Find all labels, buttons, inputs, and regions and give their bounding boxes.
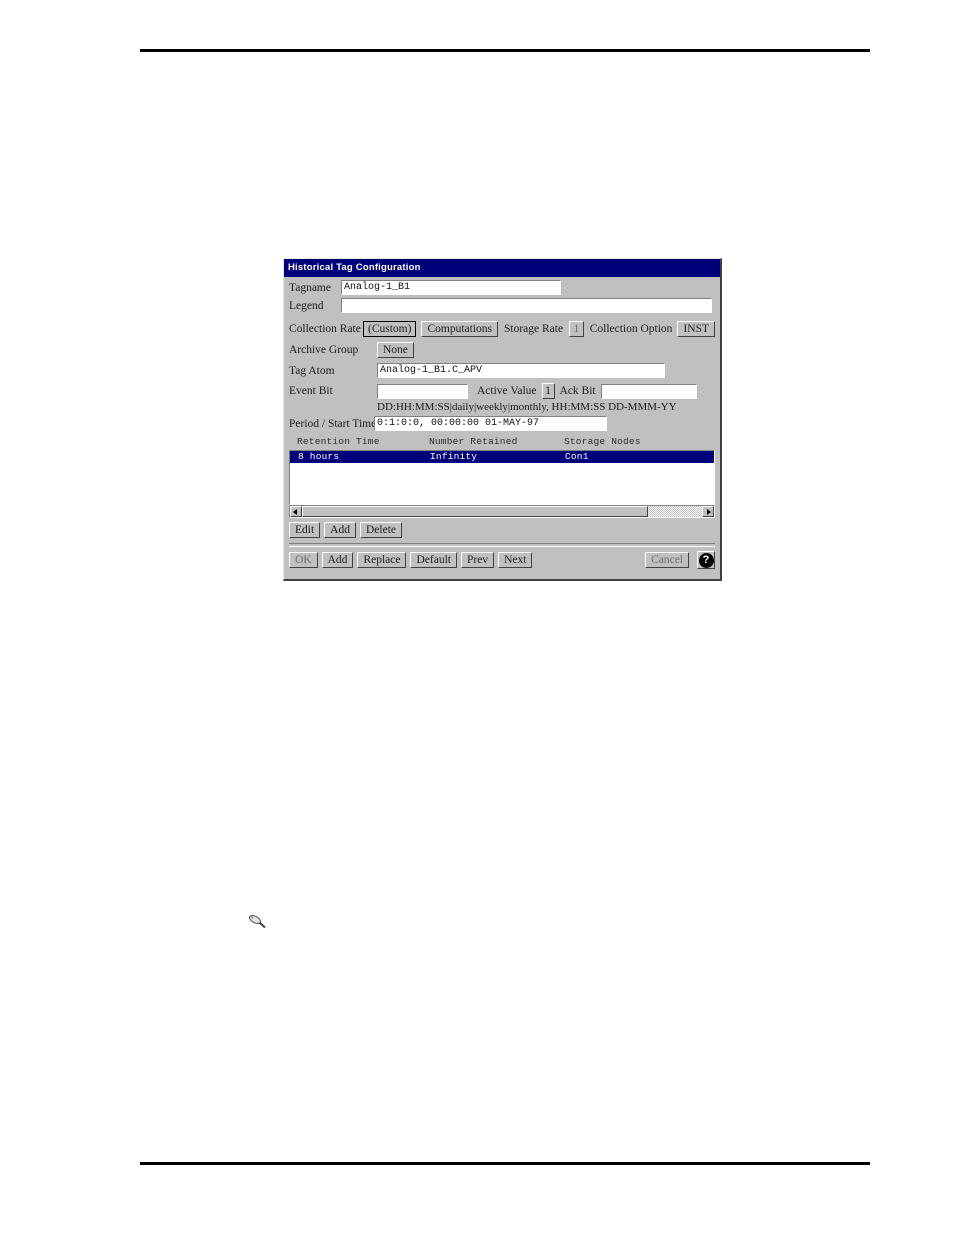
cell-retention-time: 8 hours bbox=[298, 451, 340, 462]
replace-button[interactable]: Replace bbox=[357, 552, 407, 568]
storage-rate-value[interactable]: 1 bbox=[569, 321, 584, 337]
tagname-row: Tagname Analog-1_B1 bbox=[289, 280, 715, 295]
active-value-button[interactable]: 1 bbox=[541, 383, 555, 399]
column-header-retention-time: Retention Time bbox=[297, 436, 380, 447]
collection-option-label: Collection Option bbox=[589, 323, 673, 335]
edit-button[interactable]: Edit bbox=[289, 522, 321, 538]
active-value-label: Active Value bbox=[477, 385, 537, 397]
tagname-label: Tagname bbox=[289, 281, 331, 294]
collection-rate-row: Collection Rate (Custom) Computations St… bbox=[289, 321, 715, 337]
scrollbar-track[interactable] bbox=[648, 506, 702, 517]
help-button[interactable]: ? bbox=[697, 551, 715, 569]
tag-atom-input[interactable]: Analog-1_B1.C_APV bbox=[377, 363, 665, 378]
default-button[interactable]: Default bbox=[410, 552, 457, 568]
dialog-body: Tagname Analog-1_B1 Legend Collection Ra… bbox=[284, 277, 720, 569]
next-button[interactable]: Next bbox=[498, 552, 533, 568]
dialog-title: Historical Tag Configuration bbox=[288, 262, 421, 273]
scroll-right-arrow-icon[interactable] bbox=[702, 506, 714, 517]
legend-label: Legend bbox=[289, 299, 324, 312]
pencil-note-icon bbox=[247, 912, 269, 930]
computations-button[interactable]: Computations bbox=[421, 321, 498, 337]
add-button[interactable]: Add bbox=[321, 552, 354, 568]
cancel-button[interactable]: Cancel bbox=[645, 552, 689, 568]
collection-rate-label: Collection Rate bbox=[289, 323, 361, 335]
add-entry-button[interactable]: Add bbox=[324, 522, 356, 538]
delete-button[interactable]: Delete bbox=[359, 522, 402, 538]
tagname-input[interactable]: Analog-1_B1 bbox=[341, 280, 561, 295]
dialog-action-buttons: OK Add Replace Default Prev Next Cancel … bbox=[289, 551, 715, 569]
dialog-titlebar: Historical Tag Configuration bbox=[284, 259, 720, 277]
tag-atom-label: Tag Atom bbox=[289, 364, 335, 377]
period-start-time-row: Period / Start Time 0:1:0:0, 00:00:00 01… bbox=[289, 416, 715, 431]
tag-atom-row: Tag Atom Analog-1_B1.C_APV bbox=[289, 363, 715, 378]
period-start-time-label: Period / Start Time bbox=[289, 417, 377, 430]
period-start-time-input[interactable]: 0:1:0:0, 00:00:00 01-MAY-97 bbox=[374, 416, 607, 431]
format-hint: DD:HH:MM:SS|daily|weekly|monthly, HH:MM:… bbox=[377, 401, 677, 413]
scroll-left-arrow-icon[interactable] bbox=[290, 506, 302, 517]
cell-number-retained: Infinity bbox=[430, 451, 478, 462]
archive-group-button[interactable]: None bbox=[377, 342, 414, 358]
retention-list[interactable]: 8 hours Infinity Con1 bbox=[289, 450, 715, 505]
event-bit-row: Event Bit Active Value 1 Ack Bit bbox=[289, 383, 715, 399]
page-header-rule bbox=[140, 49, 870, 52]
archive-group-label: Archive Group bbox=[289, 344, 359, 356]
prev-button[interactable]: Prev bbox=[460, 552, 495, 568]
ack-bit-input[interactable] bbox=[600, 383, 697, 399]
question-mark-icon: ? bbox=[698, 552, 714, 568]
page-footer-rule bbox=[140, 1162, 870, 1165]
button-area-divider bbox=[289, 543, 715, 547]
cell-storage-nodes: Con1 bbox=[565, 451, 589, 462]
table-row[interactable]: 8 hours Infinity Con1 bbox=[290, 451, 714, 463]
collection-option-button[interactable]: INST bbox=[677, 321, 715, 337]
historical-tag-configuration-dialog: Historical Tag Configuration Tagname Ana… bbox=[283, 258, 722, 581]
list-action-buttons: Edit Add Delete bbox=[289, 522, 715, 538]
column-header-storage-nodes: Storage Nodes bbox=[564, 436, 641, 447]
storage-rate-label: Storage Rate bbox=[504, 323, 564, 335]
event-bit-input[interactable] bbox=[377, 383, 468, 399]
event-bit-label: Event Bit bbox=[289, 385, 333, 397]
ok-button[interactable]: OK bbox=[289, 552, 318, 568]
archive-group-row: Archive Group None bbox=[289, 342, 715, 358]
horizontal-scrollbar[interactable] bbox=[289, 505, 715, 518]
ack-bit-label: Ack Bit bbox=[559, 385, 596, 397]
legend-input[interactable] bbox=[341, 298, 712, 313]
legend-row: Legend bbox=[289, 298, 715, 313]
column-header-number-retained: Number Retained bbox=[429, 436, 518, 447]
custom-button[interactable]: (Custom) bbox=[363, 321, 417, 337]
scrollbar-thumb[interactable] bbox=[302, 506, 648, 517]
list-column-headers: Retention Time Number Retained Storage N… bbox=[297, 436, 715, 447]
